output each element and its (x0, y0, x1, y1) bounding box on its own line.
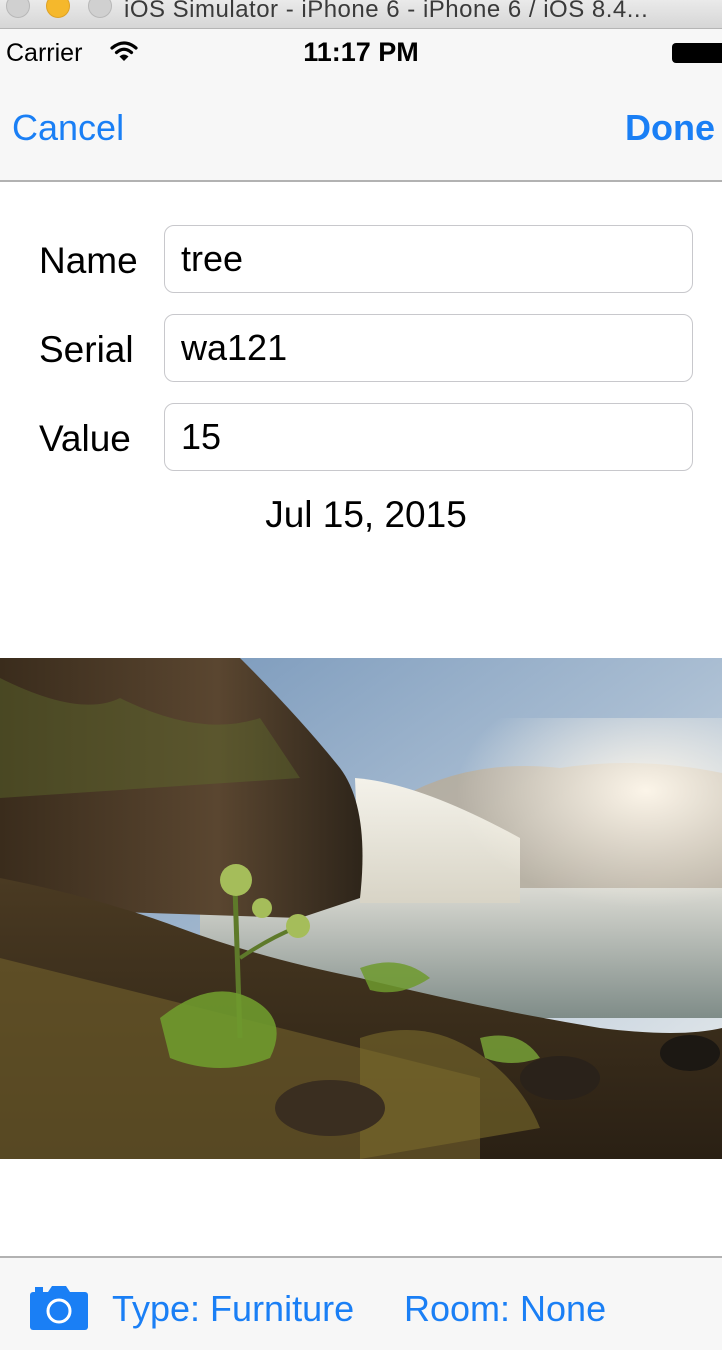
name-field[interactable] (164, 225, 693, 293)
waterfall-photo-image (0, 658, 722, 1159)
done-button[interactable]: Done (625, 107, 715, 149)
type-button[interactable]: Type: Furniture (112, 1288, 354, 1330)
status-bar: Carrier 11:17 PM (0, 29, 722, 75)
name-label: Name (39, 240, 138, 281)
navigation-bar: Cancel Done (0, 75, 722, 182)
simulator-title-bar: iOS Simulator - iPhone 6 - iPhone 6 / iO… (0, 0, 722, 29)
battery-icon (672, 43, 722, 63)
window-close-button[interactable] (6, 0, 30, 18)
serial-label: Serial (39, 329, 134, 370)
window-zoom-button[interactable] (88, 0, 112, 18)
camera-icon[interactable] (30, 1286, 88, 1330)
value-label: Value (39, 418, 131, 459)
cancel-button[interactable]: Cancel (12, 107, 124, 149)
date-created-label: Jul 15, 2015 (265, 494, 467, 535)
bottom-toolbar: Type: Furniture Room: None (0, 1256, 722, 1350)
serial-field[interactable] (164, 314, 693, 382)
item-photo (0, 658, 722, 1159)
window-minimize-button[interactable] (46, 0, 70, 18)
window-title: iOS Simulator - iPhone 6 - iPhone 6 / iO… (124, 0, 649, 23)
value-field[interactable] (164, 403, 693, 471)
status-time: 11:17 PM (303, 37, 419, 67)
room-button[interactable]: Room: None (404, 1288, 606, 1330)
